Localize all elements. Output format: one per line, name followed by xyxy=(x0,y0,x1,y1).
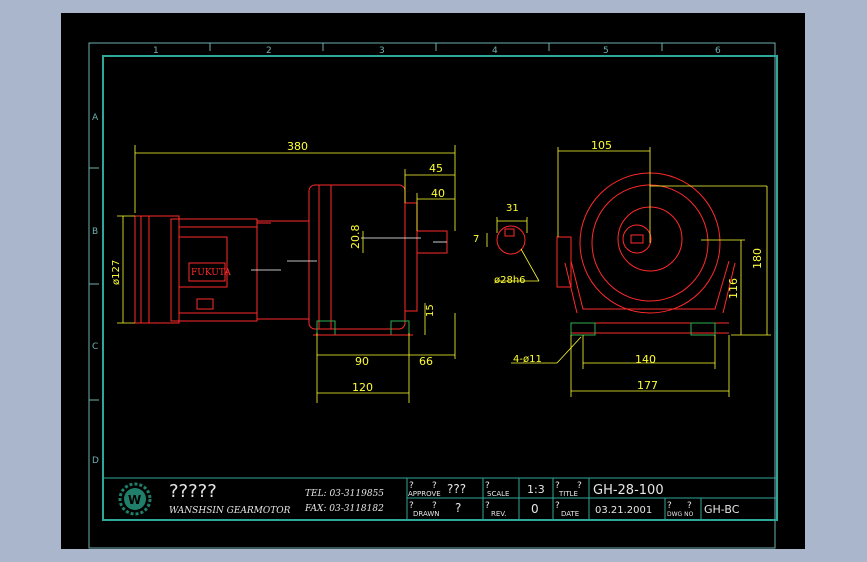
company-name: WANSHSIN GEARMOTOR xyxy=(169,506,291,516)
dim-phi28h6: ø28h6 xyxy=(494,275,526,286)
company-tel: TEL: 03-3119855 xyxy=(305,489,384,499)
title-label: TITLE xyxy=(558,490,578,498)
approve-label: APPROVE xyxy=(408,490,441,498)
company-logo: W xyxy=(118,482,152,516)
rev-q: ? xyxy=(485,501,490,511)
grid-col-3: 3 xyxy=(379,46,385,56)
grid-col-6: 6 xyxy=(715,46,721,56)
dim-66: 66 xyxy=(419,355,433,368)
dim-15: 15 xyxy=(425,304,436,317)
company-fax: FAX: 03-3118182 xyxy=(304,504,384,514)
dim-105: 105 xyxy=(591,139,612,152)
grid-col-4: 4 xyxy=(492,46,498,56)
dim-7: 7 xyxy=(473,234,479,245)
drawing-inner-border xyxy=(102,55,778,521)
end-view xyxy=(556,172,736,334)
title-value: GH-28-100 xyxy=(593,483,664,498)
svg-text:W: W xyxy=(128,493,141,507)
dim-180: 180 xyxy=(751,248,764,269)
dwg-label: DWG NO xyxy=(667,511,694,518)
dim-120: 120 xyxy=(352,381,373,394)
company-glyphs: ????? xyxy=(169,481,217,502)
grid-col-1: 1 xyxy=(153,46,159,56)
scale-label: SCALE xyxy=(487,490,509,498)
cad-drawing: 1 2 3 4 5 6 A B C D FUKUTA 380 45 40 90 … xyxy=(88,42,778,549)
scale-value: 1:3 xyxy=(527,483,545,496)
grid-col-5: 5 xyxy=(603,46,609,56)
rev-label: REV. xyxy=(491,510,506,518)
motor-side-view xyxy=(134,184,448,330)
dim-90: 90 xyxy=(355,355,369,368)
dwg-q2: ? xyxy=(687,501,692,511)
grid-row-d: D xyxy=(92,456,99,466)
dim-116: 116 xyxy=(727,278,740,299)
dim-40: 40 xyxy=(431,187,445,200)
dim-177: 177 xyxy=(637,379,658,392)
grid-row-c: C xyxy=(92,342,98,352)
side-dimension-lines xyxy=(117,145,456,403)
grid-row-b: B xyxy=(92,227,98,237)
cad-viewport[interactable]: 1 2 3 4 5 6 A B C D FUKUTA 380 45 40 90 … xyxy=(61,13,805,549)
grid-row-a: A xyxy=(92,113,99,123)
shaft-section xyxy=(496,225,526,255)
dim-phi127: ø127 xyxy=(111,260,122,285)
dim-45: 45 xyxy=(429,162,443,175)
date-label: DATE xyxy=(561,510,579,518)
motor-nameplate: FUKUTA xyxy=(191,268,231,278)
dim-380: 380 xyxy=(287,140,308,153)
dim-4-phi11: 4-ø11 xyxy=(513,354,542,365)
date-value: 03.21.2001 xyxy=(595,505,652,516)
dim-31: 31 xyxy=(506,203,519,214)
dwg-value: GH-BC xyxy=(704,503,740,516)
approve-value: ??? xyxy=(447,482,466,496)
drawing-frame xyxy=(88,42,776,549)
grid-col-2: 2 xyxy=(266,46,272,56)
dwg-q: ? xyxy=(667,501,672,511)
date-q: ? xyxy=(555,501,560,511)
drawn-value: ? xyxy=(455,501,461,515)
dim-20-8: 20.8 xyxy=(349,225,362,250)
column-ticks xyxy=(89,43,663,401)
dim-140: 140 xyxy=(635,353,656,366)
rev-value: 0 xyxy=(531,502,539,516)
drawn-label: DRAWN xyxy=(413,510,440,518)
